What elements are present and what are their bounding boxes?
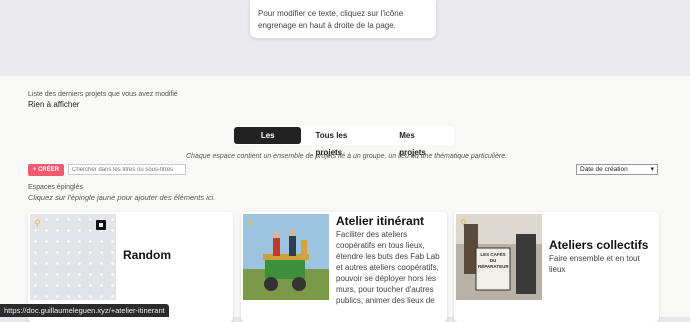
card-title: Atelier itinérant — [336, 214, 425, 228]
pin-icon[interactable]: ⚲ — [34, 218, 41, 229]
tab-tous-les-projets[interactable]: Tous les projets — [301, 127, 385, 157]
pin-icon[interactable]: ⚲ — [247, 218, 254, 229]
sort-select[interactable]: Date de création ▾ — [576, 164, 658, 175]
tab-mes-projets[interactable]: Mes projets — [385, 127, 454, 157]
card-title: Ateliers collectifs — [549, 238, 649, 252]
space-card-ateliers-collectifs[interactable]: LES CAFÉS DU RÉPARATEUR ⚲ Ateliers colle… — [454, 212, 659, 322]
photo-sign-text: LES CAFÉS DU RÉPARATEUR — [478, 252, 509, 269]
card-photo — [243, 214, 329, 300]
view-tabs: Les espaces Tous les projets Mes projets — [234, 126, 454, 157]
recent-projects-empty: Rien à afficher — [28, 100, 80, 109]
space-card-atelier-itinerant[interactable]: ⚲ Atelier itinérant Faciliter des atelie… — [241, 212, 447, 322]
top-band: Pour modifier ce texte, cliquez sur l'ic… — [0, 0, 690, 76]
qr-code-icon — [96, 220, 106, 230]
create-button[interactable]: + CRÉER — [28, 164, 64, 176]
pin-icon[interactable]: ⚲ — [460, 218, 467, 229]
tip-card: Pour modifier ce texte, cliquez sur l'ic… — [250, 0, 436, 38]
recent-projects-label: Liste des derniers projets que vous avez… — [28, 91, 178, 98]
tip-text: Pour modifier ce texte, cliquez sur l'ic… — [258, 9, 404, 30]
card-title: Random — [123, 248, 171, 262]
sort-value: Date de création — [580, 166, 628, 173]
status-bar-url: https://doc.guillaumeleguen.xyz/+atelier… — [0, 304, 169, 317]
chevron-down-icon: ▾ — [650, 166, 654, 173]
card-photo: LES CAFÉS DU RÉPARATEUR — [456, 214, 542, 300]
tab-espaces[interactable]: Les espaces — [234, 127, 302, 157]
card-description: Faire ensemble et en tout lieux — [549, 254, 640, 274]
main-content: Liste des derniers projets que vous avez… — [0, 76, 690, 322]
spaces-subtitle: Chaque espace contient un ensemble de pr… — [186, 153, 508, 160]
pinned-hint: Cliquez sur l'épingle jaune pour ajouter… — [28, 193, 216, 202]
search-input[interactable] — [68, 164, 186, 175]
pinned-label: Espaces épinglés — [28, 184, 83, 191]
card-description: Faciliter des ateliers coopératifs en to… — [336, 230, 440, 305]
